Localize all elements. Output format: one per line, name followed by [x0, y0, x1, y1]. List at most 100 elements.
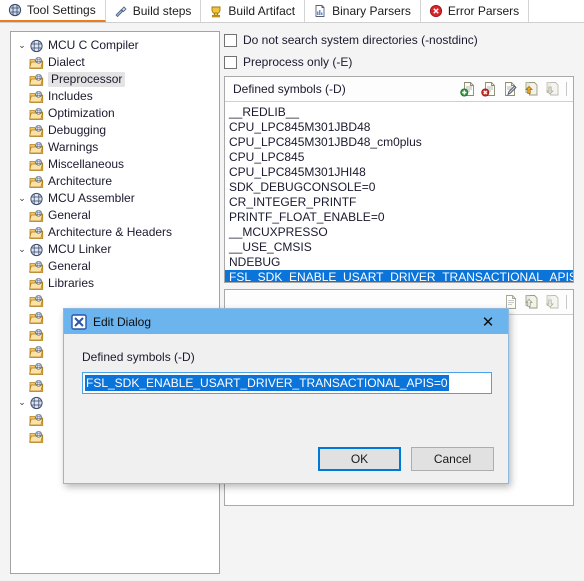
- tree-item-architecture-headers[interactable]: Architecture & Headers: [11, 224, 219, 241]
- tab-error-parsers[interactable]: Error Parsers: [421, 0, 530, 22]
- tab-bar: Tool Settings Build steps Build Artifact: [0, 0, 584, 23]
- tree-item-preprocessor[interactable]: Preprocessor: [11, 71, 219, 88]
- tree-item-general[interactable]: General: [11, 207, 219, 224]
- defined-symbols-title: Defined symbols (-D): [233, 82, 346, 96]
- edit-symbol-button[interactable]: [501, 81, 518, 98]
- folder-icon: [29, 311, 44, 325]
- list-item[interactable]: __MCUXPRESSO: [225, 225, 573, 240]
- folder-icon: [29, 90, 44, 104]
- list-item[interactable]: NDEBUG: [225, 255, 573, 270]
- tree-item-libraries[interactable]: Libraries: [11, 275, 219, 292]
- tree-item-label: MCU C Compiler: [48, 38, 139, 52]
- tree-item-miscellaneous[interactable]: Miscellaneous: [11, 156, 219, 173]
- dialog-field-label: Defined symbols (-D): [82, 350, 195, 364]
- preprocessor-options-panel: Do not search system directories (-nostd…: [224, 31, 574, 574]
- chevron-down-icon[interactable]: ⌄: [15, 244, 29, 255]
- tree-item-mcu-c-compiler[interactable]: ⌄ MCU C Compiler: [11, 37, 219, 54]
- tree-item-dialect[interactable]: Dialect: [11, 54, 219, 71]
- defined-symbols-header: Defined symbols (-D): [225, 77, 573, 102]
- list-item[interactable]: CPU_LPC845M301JBD48: [225, 120, 573, 135]
- folder-icon: [29, 209, 44, 223]
- folder-icon: [29, 56, 44, 70]
- list-item[interactable]: CR_INTEGER_PRINTF: [225, 195, 573, 210]
- tree-item-mcu-assembler[interactable]: ⌄ MCU Assembler: [11, 190, 219, 207]
- tree-item-label: Miscellaneous: [48, 157, 125, 171]
- folder-icon: [29, 124, 44, 138]
- settings-tree[interactable]: ⌄ MCU C Compiler Dialect Preprocessor Includ…: [10, 31, 220, 574]
- undefined-symbols-toolbar: [501, 294, 567, 311]
- tab-label: Binary Parsers: [332, 4, 411, 18]
- list-item[interactable]: CPU_LPC845: [225, 150, 573, 165]
- tab-label: Error Parsers: [447, 4, 520, 18]
- add-symbol-button[interactable]: [459, 81, 476, 98]
- nostdinc-checkbox[interactable]: [224, 33, 237, 47]
- tab-binary-parsers[interactable]: Binary Parsers: [305, 0, 421, 22]
- tool-settings-page: ⌄ MCU C Compiler Dialect Preprocessor Includ…: [0, 23, 584, 581]
- list-item[interactable]: PRINTF_FLOAT_ENABLE=0: [225, 210, 573, 225]
- tool-icon: [29, 39, 44, 53]
- folder-icon: [29, 158, 44, 172]
- tree-item-label: Warnings: [48, 140, 99, 154]
- tab-label: Build Artifact: [228, 4, 296, 18]
- folder-icon: [29, 73, 44, 87]
- list-item[interactable]: CPU_LPC845M301JHI48: [225, 165, 573, 180]
- folder-icon: [29, 379, 44, 393]
- folder-icon: [29, 175, 44, 189]
- tree-item-optimization[interactable]: Optimization: [11, 105, 219, 122]
- chevron-down-icon[interactable]: ⌄: [15, 193, 29, 204]
- eclipse-x-icon: [71, 313, 87, 330]
- ok-button[interactable]: OK: [318, 447, 401, 471]
- tab-build-steps[interactable]: Build steps: [106, 0, 202, 22]
- folder-icon: [29, 430, 44, 444]
- dialog-button-row: OK Cancel: [318, 447, 494, 471]
- preprocess-only-checkbox[interactable]: [224, 55, 237, 69]
- cancel-button[interactable]: Cancel: [411, 447, 494, 471]
- tool-icon: [29, 396, 44, 410]
- defined-symbols-toolbar: [459, 81, 567, 98]
- folder-icon: [29, 345, 44, 359]
- list-item[interactable]: __REDLIB__: [225, 105, 573, 120]
- tab-tool-settings[interactable]: Tool Settings: [0, 0, 106, 22]
- tree-item-warnings[interactable]: Warnings: [11, 139, 219, 156]
- move-up-undef-button[interactable]: [522, 294, 539, 311]
- tree-item[interactable]: [11, 292, 219, 309]
- tree-item-architecture[interactable]: Architecture: [11, 173, 219, 190]
- dialog-title-bar: Edit Dialog ✕: [64, 309, 508, 334]
- move-up-button[interactable]: [522, 81, 539, 98]
- option-nostdinc[interactable]: Do not search system directories (-nostd…: [224, 31, 574, 49]
- nostdinc-label: Do not search system directories (-nostd…: [243, 33, 478, 47]
- move-down-undef-button[interactable]: [543, 294, 560, 311]
- defined-symbols-list[interactable]: __REDLIB__ CPU_LPC845M301JBD48 CPU_LPC845M…: [225, 102, 573, 282]
- tree-item-general[interactable]: General: [11, 258, 219, 275]
- tree-item-includes[interactable]: Includes: [11, 88, 219, 105]
- tree-item-mcu-linker[interactable]: ⌄ MCU Linker: [11, 241, 219, 258]
- tree-item-label: Debugging: [48, 123, 107, 137]
- delete-symbol-button[interactable]: [480, 81, 497, 98]
- folder-icon: [29, 141, 44, 155]
- dialog-title: Edit Dialog: [93, 314, 152, 329]
- tree-item-label: Libraries: [48, 276, 95, 290]
- list-item[interactable]: __USE_CMSIS: [225, 240, 573, 255]
- toolbar-separator: [566, 295, 567, 309]
- chevron-down-icon[interactable]: ⌄: [15, 40, 29, 51]
- list-item[interactable]: CPU_LPC845M301JBD48_cm0plus: [225, 135, 573, 150]
- close-icon[interactable]: ✕: [468, 309, 508, 334]
- list-item[interactable]: SDK_DEBUGCONSOLE=0: [225, 180, 573, 195]
- tree-item-debugging[interactable]: Debugging: [11, 122, 219, 139]
- folder-icon: [29, 226, 44, 240]
- tree-item-label: General: [48, 259, 91, 273]
- preprocess-only-label: Preprocess only (-E): [243, 55, 353, 69]
- folder-icon: [29, 260, 44, 274]
- tab-build-artifact[interactable]: Build Artifact: [201, 0, 306, 22]
- list-item[interactable]: FSL_SDK_ENABLE_USART_DRIVER_TRANSACTIONA…: [225, 270, 573, 282]
- tool-icon: [29, 243, 44, 257]
- error-parsers-icon: [429, 4, 443, 18]
- chevron-down-icon[interactable]: ⌄: [15, 397, 29, 408]
- option-preprocess-only[interactable]: Preprocess only (-E): [224, 53, 574, 71]
- defined-symbol-input[interactable]: FSL_SDK_ENABLE_USART_DRIVER_TRANSACTIONA…: [82, 372, 492, 394]
- tree-item-label: Architecture & Headers: [48, 225, 173, 239]
- build-artifact-icon: [209, 4, 223, 18]
- move-down-button[interactable]: [543, 81, 560, 98]
- folder-icon: [29, 413, 44, 427]
- defined-symbols-group: Defined symbols (-D) __REDLIB__ CPU_LPC8…: [224, 76, 574, 283]
